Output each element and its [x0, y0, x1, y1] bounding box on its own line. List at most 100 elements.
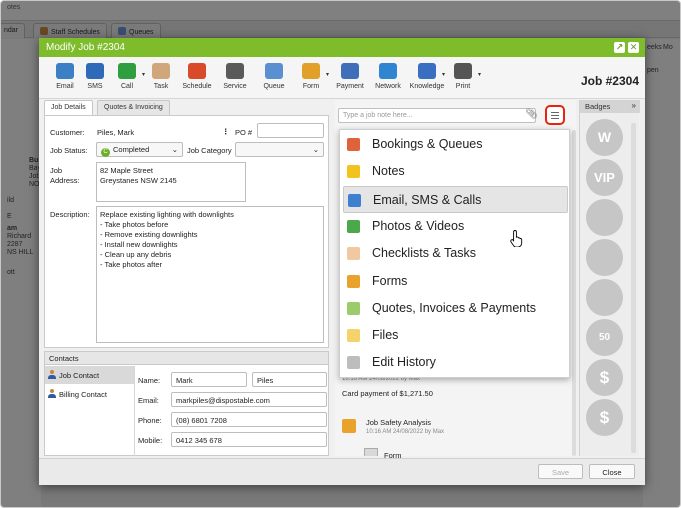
dialog-toolbar: Email SMS Call ▾ Task Schedule Service Queue For…	[39, 57, 645, 99]
tab-billing-contact[interactable]: Billing Contact	[45, 385, 135, 403]
job-category-select[interactable]: ⌄	[235, 142, 324, 157]
double-chevron-right-icon[interactable]: »	[632, 101, 636, 110]
toolbar-label: Schedule	[182, 83, 212, 90]
toolbar-network-button[interactable]: Network	[370, 63, 406, 90]
toolbar-payment-button[interactable]: Payment	[332, 63, 368, 90]
filter-menu-item[interactable]: Notes	[340, 158, 569, 185]
phone-label: Phone:	[138, 416, 162, 425]
contacts-header: Contacts	[45, 352, 328, 365]
job-number: Job #2304	[580, 74, 639, 88]
person-icon	[48, 389, 56, 398]
badge-icon[interactable]: VIP	[586, 159, 623, 196]
maximize-icon[interactable]: ↗	[614, 42, 625, 53]
photo-icon	[347, 219, 360, 233]
filter-menu-item[interactable]: Forms	[340, 268, 569, 295]
customer-value[interactable]: Piles, Mark	[97, 128, 134, 137]
history-scrollbar[interactable]	[572, 130, 576, 456]
paperclip-icon[interactable]: 📎︎	[525, 109, 538, 120]
toolbar-label: Call	[120, 83, 134, 90]
folder-icon	[347, 329, 360, 343]
filter-menu-label: Edit History	[372, 355, 436, 370]
tab-job-contact[interactable]: Job Contact	[45, 366, 135, 384]
task-icon	[152, 63, 170, 79]
filter-menu-item[interactable]: Quotes, Invoices & Payments	[340, 295, 569, 322]
mobile-label: Mobile:	[138, 436, 163, 445]
po-input[interactable]	[257, 123, 324, 138]
filter-menu-item[interactable]: Edit History	[340, 349, 569, 376]
filter-menu-label: Photos & Videos	[372, 218, 465, 233]
filter-menu-item[interactable]: Files	[340, 322, 569, 349]
job-note-input[interactable]: Type a job note here...	[338, 108, 536, 123]
toolbar-form-button[interactable]: Form ▾	[293, 63, 329, 90]
email-icon	[56, 63, 74, 79]
toolbar-label: Payment	[336, 83, 364, 90]
printer-icon	[454, 63, 472, 79]
email-field[interactable]: markpiles@dispostable.com	[171, 392, 327, 407]
toolbar-service-button[interactable]: Service	[217, 63, 253, 90]
job-address-label: Job	[50, 166, 63, 175]
toolbar-task-button[interactable]: Task	[143, 63, 179, 90]
history-entry-title[interactable]: Job Safety Analysis	[366, 418, 431, 427]
badges-panel: Badges» W VIP 50 $ $	[579, 100, 640, 456]
filter-menu-label: Forms	[372, 273, 408, 288]
email-label: Email:	[138, 396, 159, 405]
badge-icon[interactable]	[586, 199, 623, 236]
history-entry-text: Card payment of $1,271.50	[342, 389, 433, 398]
customer-label: Customer:	[50, 128, 85, 137]
hand-cursor-icon	[510, 230, 523, 247]
toolbar-schedule-button[interactable]: Schedule	[179, 63, 215, 90]
save-button[interactable]: Save	[538, 464, 583, 479]
filter-menu-label: Quotes, Invoices & Payments	[372, 300, 536, 315]
filter-menu-item[interactable]: Bookings & Queues	[340, 131, 569, 158]
form-icon	[364, 448, 378, 456]
knowledge-icon	[418, 63, 436, 79]
status-completed-icon: C	[101, 148, 110, 157]
tab-quotes-invoicing[interactable]: Quotes & Invoicing	[97, 100, 170, 115]
filter-menu-item[interactable]: Email, SMS & Calls	[343, 185, 568, 213]
badge-icon[interactable]: $	[586, 359, 623, 396]
notes-icon	[347, 165, 360, 179]
badge-icon[interactable]: $	[586, 399, 623, 436]
dialog-titlebar: Modify Job #2304 ↗ ✕	[39, 38, 645, 57]
chevron-down-icon: ⌄	[312, 145, 319, 154]
close-icon[interactable]: ✕	[628, 42, 639, 53]
first-name-field[interactable]: Mark	[171, 372, 247, 387]
job-status-select[interactable]: C Completed ⌄	[96, 142, 183, 157]
dropdown-caret-icon: ▾	[325, 72, 329, 78]
filter-menu-label: Checklists & Tasks	[372, 246, 476, 261]
calendar-icon	[188, 63, 206, 79]
filter-menu-item[interactable]: Checklists & Tasks	[340, 240, 569, 267]
phone-field[interactable]: (08) 6801 7208	[171, 412, 327, 427]
description-label: Description:	[50, 210, 90, 219]
description-field[interactable]: Replace existing lighting with downlight…	[96, 206, 324, 343]
badges-scrollbar[interactable]	[631, 123, 636, 453]
badge-icon[interactable]	[586, 239, 623, 276]
badge-icon[interactable]	[586, 279, 623, 316]
last-name-field[interactable]: Piles	[252, 372, 327, 387]
dialog-footer: Save Close	[39, 458, 645, 485]
mobile-field[interactable]: 0412 345 678	[171, 432, 327, 447]
toolbar-print-button[interactable]: Print ▾	[445, 63, 481, 90]
toolbar-sms-button[interactable]: SMS	[77, 63, 113, 90]
toolbar-knowledge-button[interactable]: Knowledge ▾	[409, 63, 445, 90]
job-status-label: Job Status:	[50, 146, 88, 155]
tab-job-details[interactable]: Job Details	[44, 100, 93, 115]
queue-icon	[265, 63, 283, 79]
toolbar-label: Network	[375, 83, 401, 90]
toolbar-label: Knowledge	[409, 83, 445, 90]
filter-menu-label: Email, SMS & Calls	[373, 192, 482, 207]
badge-icon[interactable]: 50	[586, 319, 623, 356]
kebab-menu-icon[interactable]: ⋮	[222, 127, 230, 136]
phone-icon	[118, 63, 136, 79]
history-filter-button[interactable]	[545, 105, 565, 125]
close-button[interactable]: Close	[589, 464, 635, 479]
contacts-panel: Contacts Job Contact Billing Contact Nam…	[44, 351, 329, 456]
toolbar-label: Service	[223, 83, 247, 90]
toolbar-queue-button[interactable]: Queue	[256, 63, 292, 90]
payment-icon	[341, 63, 359, 79]
toolbar-call-button[interactable]: Call ▾	[109, 63, 145, 90]
filter-menu-item[interactable]: Photos & Videos	[340, 213, 569, 240]
badge-icon[interactable]: W	[586, 119, 623, 156]
toolbar-label: Print	[455, 83, 471, 90]
job-address-field[interactable]: 82 Maple Street Greystanes NSW 2145	[96, 162, 246, 202]
